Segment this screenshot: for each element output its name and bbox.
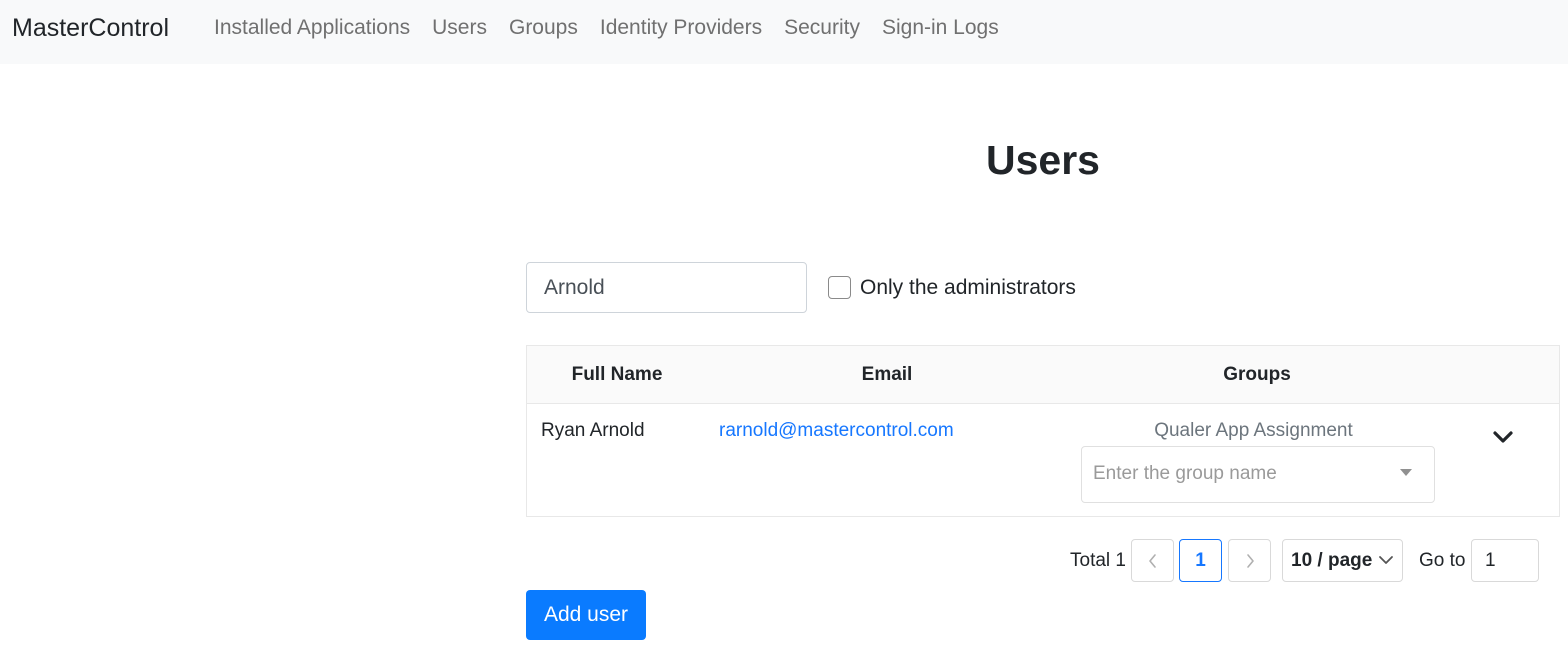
next-page-button[interactable] [1228,539,1271,582]
table-header: Full Name Email Groups [527,346,1559,404]
page-number-current[interactable]: 1 [1179,539,1222,582]
nav-identity-providers[interactable]: Identity Providers [589,12,773,44]
admin-only-label[interactable]: Only the administrators [860,273,1076,303]
top-navbar: MasterControl Installed Applications Use… [0,0,1568,64]
chevron-right-icon [1246,553,1254,568]
goto-page-input[interactable] [1471,539,1539,582]
search-input[interactable] [526,262,807,313]
page-title: Users [986,137,1100,183]
user-full-name: Ryan Arnold [541,420,645,441]
nav-links: Installed Applications Users Groups Iden… [203,12,1010,44]
nav-users[interactable]: Users [421,12,498,44]
admin-only-checkbox[interactable] [828,276,851,299]
chevron-left-icon [1148,553,1156,568]
page-size-label: 10 / page [1291,550,1373,571]
nav-groups[interactable]: Groups [498,12,589,44]
pagination-total: Total 1 [1070,550,1126,571]
caret-down-icon [1400,469,1412,476]
brand-logo[interactable]: MasterControl [12,12,169,44]
user-group-name: Qualer App Assignment [1154,420,1353,441]
page-size-select[interactable]: 10 / page [1282,539,1403,582]
column-header-full-name: Full Name [571,364,663,385]
table-row: Ryan Arnold rarnold@mastercontrol.com Qu… [527,404,1559,516]
users-table: Full Name Email Groups Ryan Arnold rarno… [526,345,1560,517]
user-email-link[interactable]: rarnold@mastercontrol.com [719,418,954,444]
nav-sign-in-logs[interactable]: Sign-in Logs [871,12,1010,44]
prev-page-button[interactable] [1131,539,1174,582]
column-header-email: Email [861,364,913,385]
nav-installed-applications[interactable]: Installed Applications [203,12,421,44]
chevron-down-icon [1379,556,1393,564]
nav-security[interactable]: Security [773,12,871,44]
chevron-down-icon[interactable] [1490,426,1516,448]
add-user-button[interactable]: Add user [526,590,646,640]
column-header-groups: Groups [1223,364,1291,385]
group-select[interactable]: Enter the group name [1081,446,1435,503]
goto-label: Go to [1419,550,1466,571]
group-select-placeholder: Enter the group name [1093,463,1277,484]
